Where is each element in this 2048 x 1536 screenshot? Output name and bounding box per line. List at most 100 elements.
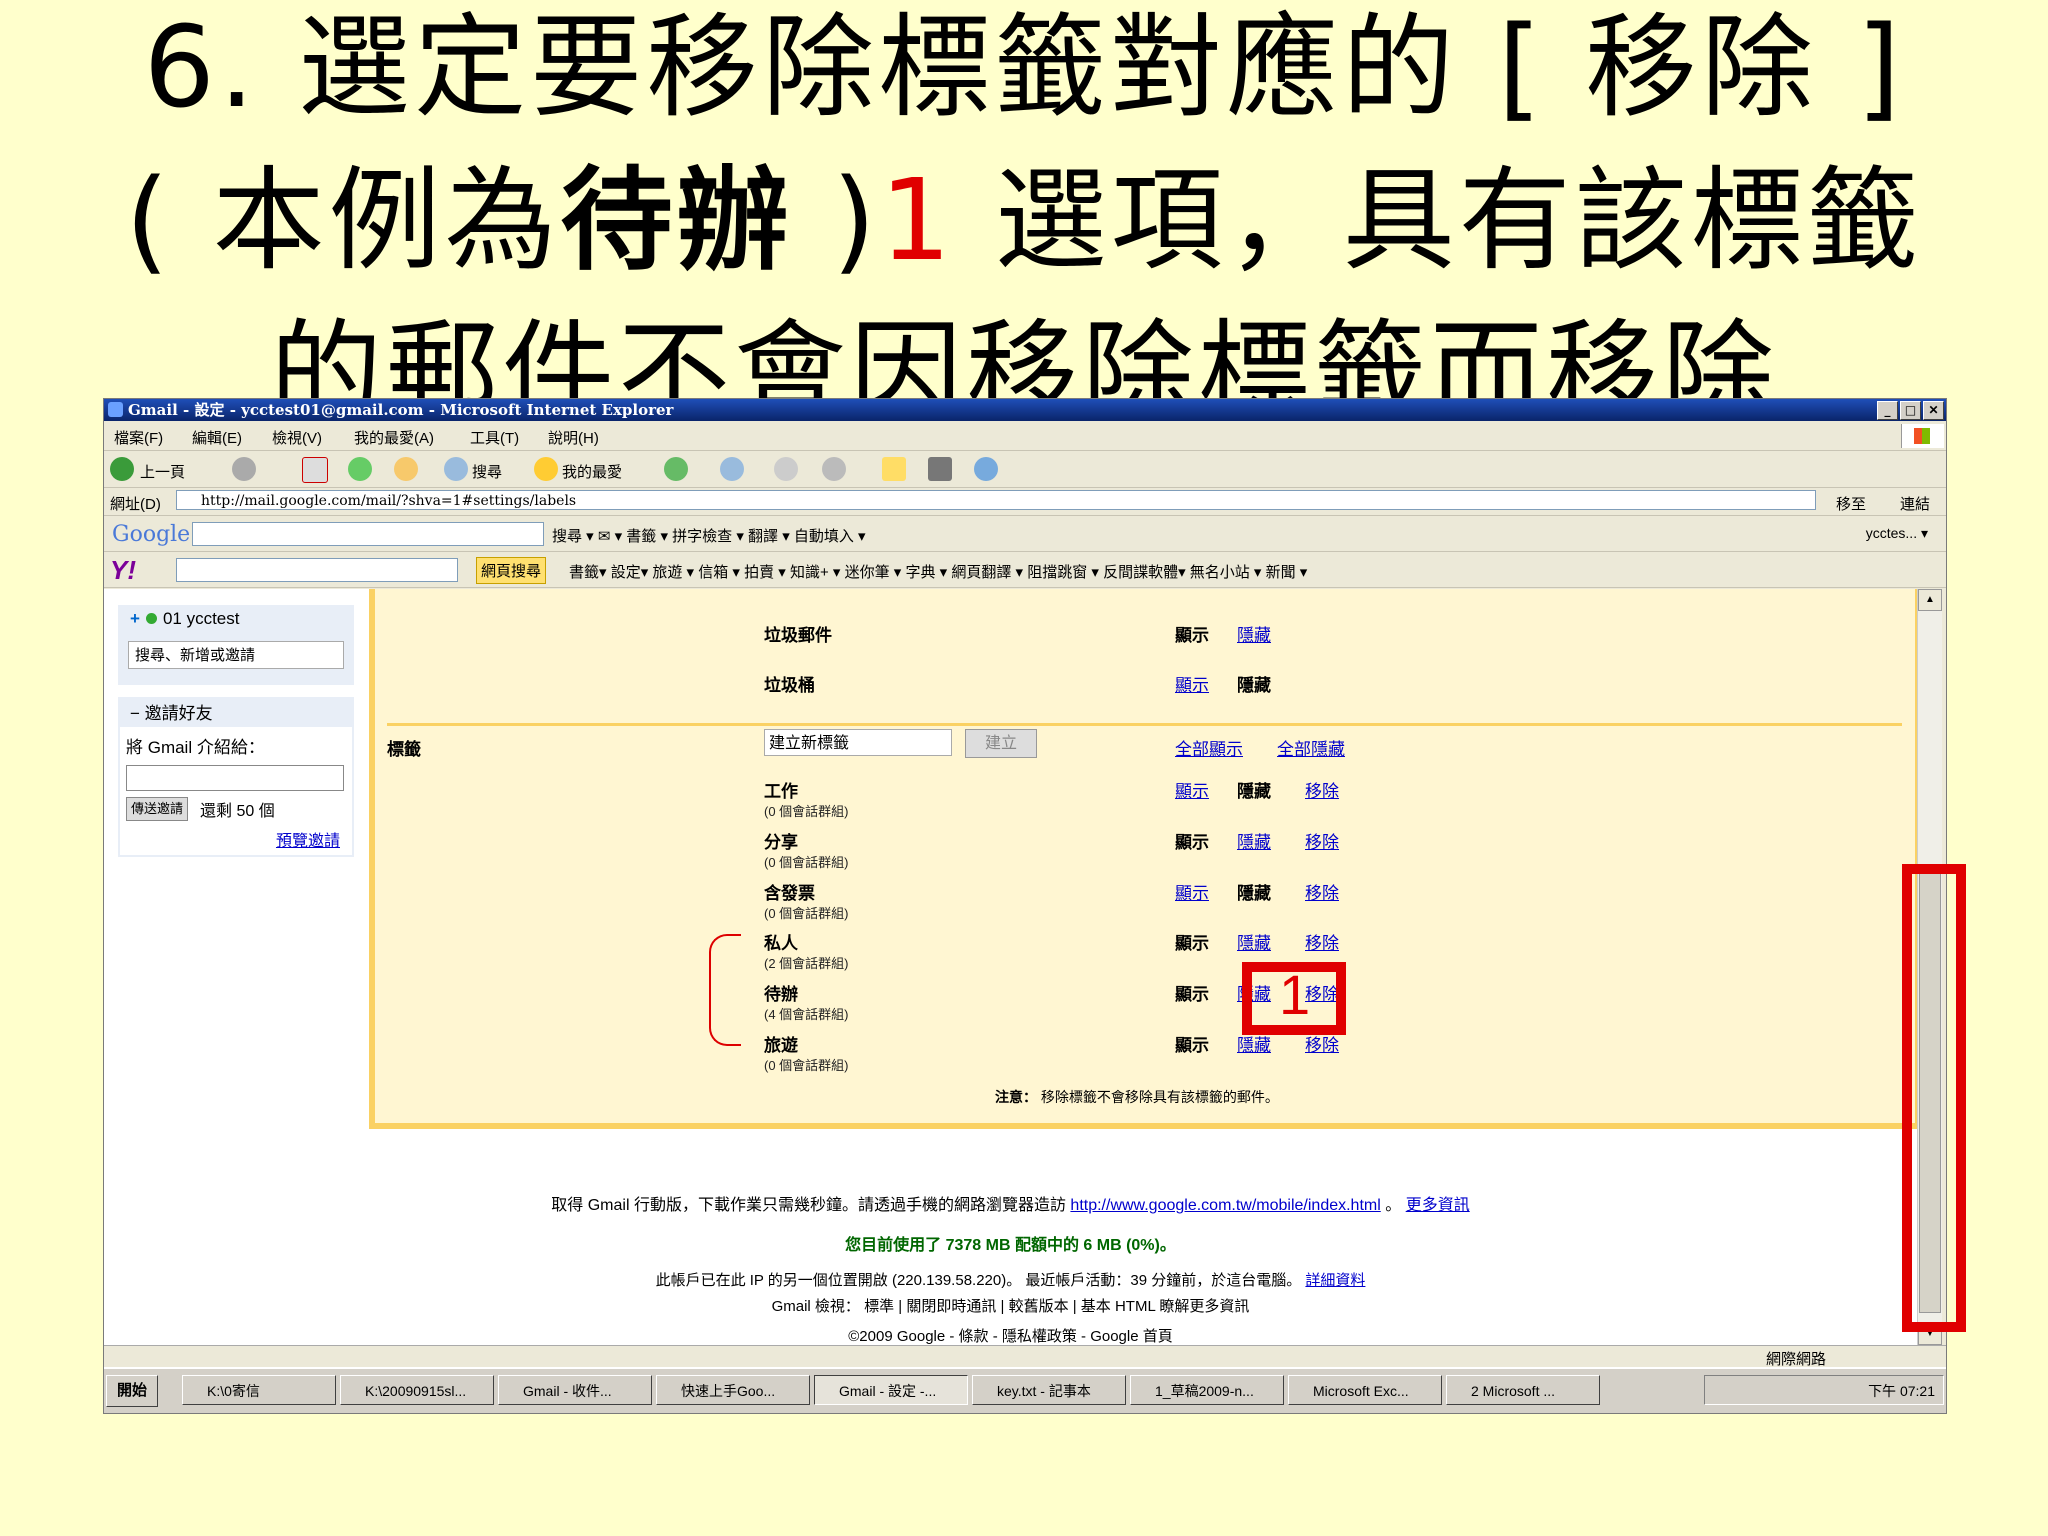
create-label-button[interactable]: 建立 (965, 729, 1037, 758)
minimize-button[interactable]: _ (1877, 401, 1898, 420)
scrollbar-highlight-box (1902, 864, 1966, 1332)
clock: 下午 07:21 (1868, 1383, 1935, 1399)
taskbar-item[interactable]: Microsoft Exc... (1288, 1375, 1442, 1405)
favorites-button-label[interactable]: 我的最愛 (562, 461, 622, 482)
close-button[interactable]: ✕ (1923, 401, 1944, 420)
window-title: Gmail - 設定 - ycctest01@gmail.com - Micro… (128, 401, 674, 419)
status-bar: 網際網路 (104, 1345, 1946, 1368)
yahoo-toolbar: Y! 網頁搜尋 書籤▾ 設定▾ 旅遊 ▾ 信箱 ▾ 拍賣 ▾ 知識+ ▾ 迷你筆… (104, 552, 1946, 588)
label-show-state: 顯示 (1175, 985, 1209, 1004)
go-button[interactable]: 移至 (1836, 493, 1866, 514)
maximize-button[interactable]: □ (1900, 401, 1921, 420)
taskbar-item[interactable]: Gmail - 收件... (498, 1375, 652, 1405)
url-field[interactable]: http://mail.google.com/mail/?shva=1#sett… (176, 490, 1816, 510)
chat-search-input[interactable]: 搜尋、新增或邀請 (128, 641, 344, 669)
label-hide-link[interactable]: 隱藏 (1237, 828, 1271, 853)
label-show-link[interactable]: 顯示 (1175, 879, 1209, 904)
edit-icon[interactable] (822, 457, 846, 481)
note-prefix: 注意： (995, 1089, 1037, 1105)
label-remove-link[interactable]: 移除 (1305, 929, 1339, 954)
favorites-icon[interactable] (534, 457, 558, 481)
address-label: 網址(D) (110, 496, 161, 513)
window-titlebar[interactable]: Gmail - 設定 - ycctest01@gmail.com - Micro… (104, 399, 1946, 421)
label-hide-link[interactable]: 隱藏 (1237, 929, 1271, 954)
trash-show-link[interactable]: 顯示 (1175, 671, 1209, 696)
label-row-name: 分享 (764, 833, 798, 852)
label-show-state: 顯示 (1175, 833, 1209, 852)
links-button[interactable]: 連結 (1900, 493, 1930, 514)
yahoo-search-input[interactable] (176, 558, 458, 582)
google-logo: Google (112, 522, 191, 547)
back-icon[interactable] (110, 457, 134, 481)
label-remove-link[interactable]: 移除 (1305, 777, 1339, 802)
trash-hide-state: 隱藏 (1237, 676, 1271, 695)
menu-view[interactable]: 檢視(V) (272, 427, 322, 448)
label-row-count: (0 個會話群組) (764, 906, 849, 921)
title-part: 選項，具有該標籤 (955, 156, 1923, 286)
menu-favorites[interactable]: 我的最愛(A) (354, 427, 434, 448)
messenger-icon[interactable] (974, 457, 998, 481)
invite-header[interactable]: − 邀請好友 (130, 699, 213, 724)
folder-icon[interactable] (882, 457, 906, 481)
taskbar-item-active[interactable]: Gmail - 設定 -... (814, 1375, 968, 1405)
chat-username: 01 ycctest (162, 609, 240, 628)
invite-header-label: 邀請好友 (144, 704, 213, 723)
google-toolbar-items[interactable]: 搜尋 ▾ ✉ ▾ 書籤 ▾ 拼字檢查 ▾ 翻譯 ▾ 自動填入 ▾ (552, 525, 866, 546)
back-button-label[interactable]: 上一頁 (140, 461, 185, 482)
label-row-count: (0 個會話群組) (764, 804, 849, 819)
chat-user[interactable]: +01 ycctest (130, 609, 239, 629)
taskbar-item[interactable]: 2 Microsoft ... (1446, 1375, 1600, 1405)
label-row-count: (2 個會話群組) (764, 956, 849, 971)
step-number-annotation: 1 (1279, 963, 1311, 1026)
send-invite-button[interactable]: 傳送邀請 (126, 797, 189, 821)
menu-file[interactable]: 檔案(F) (114, 427, 163, 448)
mail-icon[interactable] (720, 457, 744, 481)
taskbar-item[interactable]: 快速上手Goo... (656, 1375, 810, 1405)
spam-hide-link[interactable]: 隱藏 (1237, 621, 1271, 646)
label-remove-link[interactable]: 移除 (1305, 828, 1339, 853)
label-row-name: 旅遊 (764, 1036, 798, 1055)
label-remove-link[interactable]: 移除 (1305, 879, 1339, 904)
taskbar-item[interactable]: key.txt - 記事本 (972, 1375, 1126, 1405)
menu-help[interactable]: 說明(H) (548, 427, 599, 448)
chat-box: +01 ycctest 搜尋、新增或邀請 (118, 605, 354, 685)
more-info-link[interactable]: 更多資訊 (1406, 1197, 1470, 1214)
new-label-input[interactable]: 建立新標籤 (764, 729, 952, 756)
google-search-input[interactable] (192, 522, 544, 546)
system-label-trash: 垃圾桶 (764, 676, 815, 695)
refresh-icon[interactable] (348, 457, 372, 481)
taskbar-item[interactable]: K:\20090915sl... (340, 1375, 494, 1405)
preview-invite-link[interactable]: 預覽邀請 (276, 827, 340, 851)
taskbar-item[interactable]: 1_草稿2009-n... (1130, 1375, 1284, 1405)
search-button-label[interactable]: 搜尋 (472, 461, 502, 482)
stop-icon[interactable] (302, 457, 328, 483)
search-icon[interactable] (444, 457, 468, 481)
label-hide-state: 隱藏 (1237, 884, 1271, 903)
start-button[interactable]: 開始 (106, 1375, 159, 1407)
ie-window: Gmail - 設定 - ycctest01@gmail.com - Micro… (103, 398, 1947, 1414)
show-all-labels-link[interactable]: 全部顯示 (1175, 735, 1243, 760)
hide-all-labels-link[interactable]: 全部隱藏 (1277, 735, 1345, 760)
history-icon[interactable] (664, 457, 688, 481)
label-show-state: 顯示 (1175, 934, 1209, 953)
menu-tools[interactable]: 工具(T) (470, 427, 519, 448)
security-zone: 網際網路 (1765, 1351, 1826, 1368)
mobile-url-link[interactable]: http://www.google.com.tw/mobile/index.ht… (1070, 1197, 1380, 1214)
yahoo-search-button[interactable]: 網頁搜尋 (476, 557, 547, 584)
google-account-menu[interactable]: ycctes... ▾ (1866, 525, 1928, 542)
windows-logo-icon (1901, 424, 1944, 448)
scroll-up-icon[interactable]: ▲ (1918, 589, 1942, 611)
gmail-views[interactable]: Gmail 檢視： 標準 | 關閉即時通訊 | 較舊版本 | 基本 HTML 瞭… (104, 1295, 1917, 1316)
yahoo-toolbar-items[interactable]: 書籤▾ 設定▾ 旅遊 ▾ 信箱 ▾ 拍賣 ▾ 知識+ ▾ 迷你筆 ▾ 字典 ▾ … (569, 561, 1307, 582)
details-link[interactable]: 詳細資料 (1305, 1272, 1365, 1289)
home-icon[interactable] (394, 457, 418, 481)
taskbar-item[interactable]: K:\0寄信 (182, 1375, 336, 1405)
slide-title: 6. 選定要移除標籤對應的 [ 移除 ] ( 本例為待辦 )1 選項，具有該標籤… (0, 0, 2048, 451)
forward-icon[interactable] (232, 457, 256, 481)
label-show-link[interactable]: 顯示 (1175, 777, 1209, 802)
research-icon[interactable] (928, 457, 952, 481)
print-icon[interactable] (774, 457, 798, 481)
menu-edit[interactable]: 編輯(E) (192, 427, 242, 448)
invite-email-input[interactable] (126, 765, 344, 791)
section-divider (387, 723, 1902, 726)
